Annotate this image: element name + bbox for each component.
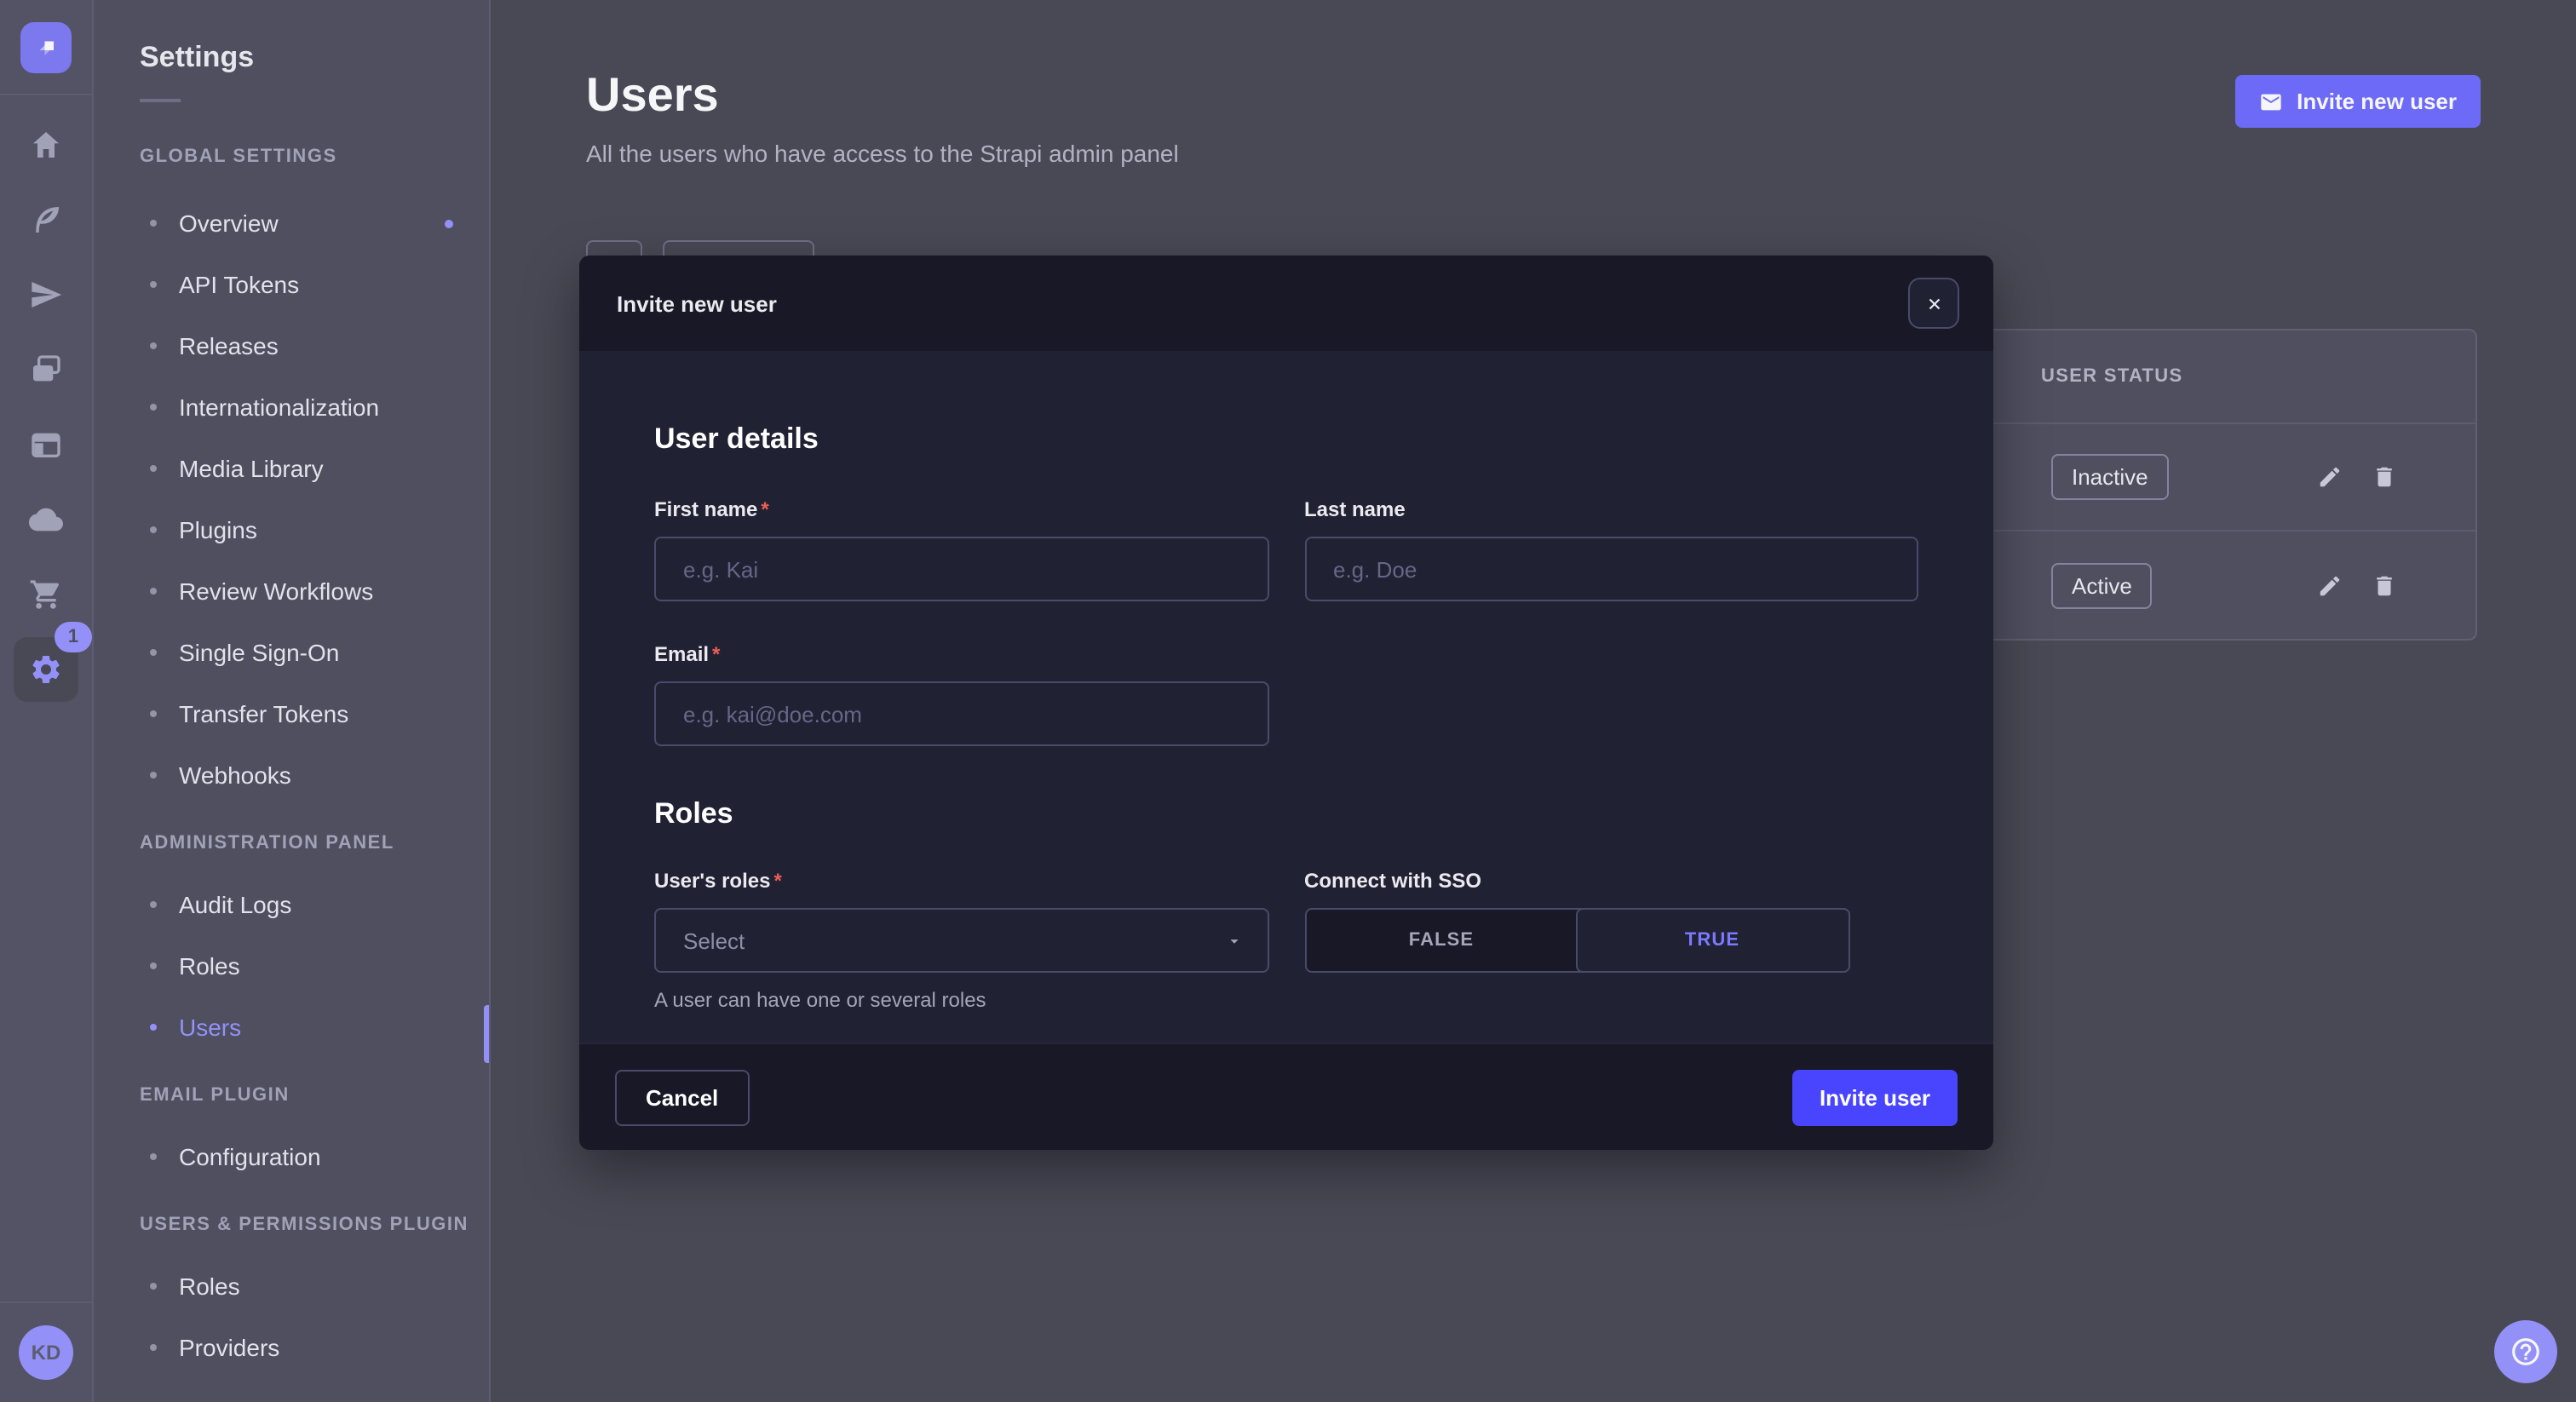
strapi-admin-app: 1 KD Settings GLOBAL SETTINGS Overview A… xyxy=(0,0,2576,1402)
cancel-button[interactable]: Cancel xyxy=(615,1069,749,1125)
users-roles-label: User's roles* xyxy=(654,869,1268,893)
modal-body: User details First name* Last name Email… xyxy=(579,351,1993,1043)
close-icon xyxy=(1924,294,1943,313)
close-button[interactable] xyxy=(1908,278,1959,329)
select-placeholder: Select xyxy=(683,928,745,953)
first-name-label: First name* xyxy=(654,497,1268,521)
invite-user-submit-button[interactable]: Invite user xyxy=(1792,1069,1958,1125)
connect-sso-label: Connect with SSO xyxy=(1304,869,1918,893)
sso-toggle-true[interactable]: TRUE xyxy=(1575,908,1849,973)
sso-toggle-false[interactable]: FALSE xyxy=(1306,910,1577,971)
roles-hint: A user can have one or several roles xyxy=(654,988,1268,1012)
email-label: Email* xyxy=(654,642,1268,666)
modal-footer: Cancel Invite user xyxy=(579,1043,1993,1150)
chevron-down-icon xyxy=(1224,931,1243,950)
users-roles-select[interactable]: Select xyxy=(654,908,1268,973)
roles-heading: Roles xyxy=(654,797,1918,831)
modal-header: Invite new user xyxy=(579,256,1993,351)
required-asterisk: * xyxy=(712,642,720,666)
sso-toggle[interactable]: FALSE TRUE xyxy=(1304,908,1849,973)
invite-new-user-modal: Invite new user User details First name*… xyxy=(579,256,1993,1150)
user-details-heading: User details xyxy=(654,422,1918,457)
last-name-label: Last name xyxy=(1304,497,1918,521)
required-asterisk: * xyxy=(761,497,768,521)
last-name-field[interactable] xyxy=(1304,537,1918,601)
first-name-field[interactable] xyxy=(654,537,1268,601)
modal-title: Invite new user xyxy=(617,290,777,316)
required-asterisk: * xyxy=(773,869,781,893)
email-field[interactable] xyxy=(654,681,1268,746)
